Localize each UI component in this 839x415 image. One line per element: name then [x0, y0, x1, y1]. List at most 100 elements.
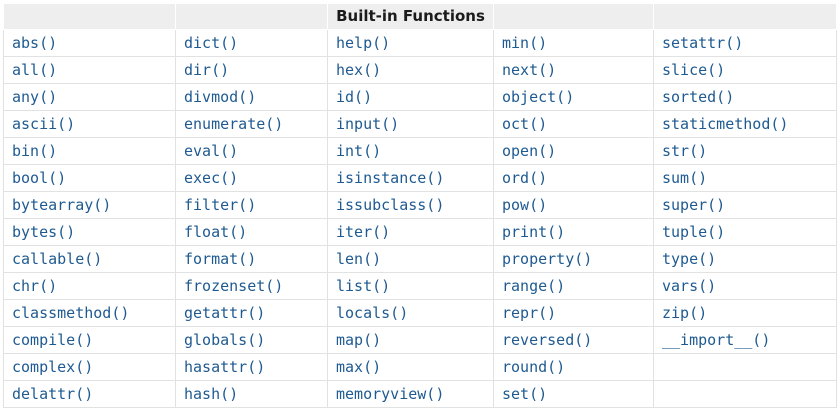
- function-link[interactable]: __import__(): [662, 331, 770, 349]
- function-link[interactable]: sum(): [662, 169, 707, 187]
- table-row: bool() exec() isinstance() ord() sum(): [3, 164, 837, 192]
- function-link[interactable]: help(): [336, 34, 390, 52]
- function-link[interactable]: delattr(): [12, 385, 93, 403]
- function-link[interactable]: pow(): [502, 196, 547, 214]
- function-link[interactable]: compile(): [12, 331, 93, 349]
- table-cell: tuple(): [653, 218, 837, 246]
- function-link[interactable]: str(): [662, 142, 707, 160]
- table-cell: callable(): [3, 245, 176, 273]
- table-cell-empty: [653, 353, 837, 381]
- function-link[interactable]: complex(): [12, 358, 93, 376]
- function-link[interactable]: frozenset(): [184, 277, 283, 295]
- function-link[interactable]: max(): [336, 358, 381, 376]
- function-link[interactable]: dir(): [184, 61, 229, 79]
- table-cell: str(): [653, 137, 837, 165]
- function-link[interactable]: all(): [12, 61, 57, 79]
- function-link[interactable]: ascii(): [12, 115, 75, 133]
- function-link[interactable]: chr(): [12, 277, 57, 295]
- table-cell: print(): [493, 218, 654, 246]
- table-cell: any(): [3, 83, 176, 111]
- function-link[interactable]: hex(): [336, 61, 381, 79]
- function-link[interactable]: set(): [502, 385, 547, 403]
- function-link[interactable]: issubclass(): [336, 196, 444, 214]
- table-cell: pow(): [493, 191, 654, 219]
- function-link[interactable]: open(): [502, 142, 556, 160]
- table-cell: eval(): [175, 137, 328, 165]
- function-link[interactable]: int(): [336, 142, 381, 160]
- function-link[interactable]: staticmethod(): [662, 115, 788, 133]
- table-cell: input(): [327, 110, 494, 138]
- function-link[interactable]: tuple(): [662, 223, 725, 241]
- table-cell: oct(): [493, 110, 654, 138]
- function-link[interactable]: next(): [502, 61, 556, 79]
- table-row: compile() globals() map() reversed() __impor…: [3, 326, 837, 354]
- table-cell: hash(): [175, 380, 328, 408]
- table-cell: vars(): [653, 272, 837, 300]
- function-link[interactable]: slice(): [662, 61, 725, 79]
- header-cell-empty-1: [3, 3, 176, 30]
- function-link[interactable]: locals(): [336, 304, 408, 322]
- function-link[interactable]: super(): [662, 196, 725, 214]
- table-cell: next(): [493, 56, 654, 84]
- function-link[interactable]: format(): [184, 250, 256, 268]
- function-link[interactable]: dict(): [184, 34, 238, 52]
- function-link[interactable]: type(): [662, 250, 716, 268]
- table-cell: locals(): [327, 299, 494, 327]
- function-link[interactable]: zip(): [662, 304, 707, 322]
- table-cell: memoryview(): [327, 380, 494, 408]
- table-cell: dir(): [175, 56, 328, 84]
- table-body: abs() dict() help() min() setattr() all() dir(…: [3, 29, 837, 408]
- function-link[interactable]: setattr(): [662, 34, 743, 52]
- function-link[interactable]: classmethod(): [12, 304, 129, 322]
- function-link[interactable]: range(): [502, 277, 565, 295]
- function-link[interactable]: isinstance(): [336, 169, 444, 187]
- function-link[interactable]: input(): [336, 115, 399, 133]
- function-link[interactable]: enumerate(): [184, 115, 283, 133]
- function-link[interactable]: float(): [184, 223, 247, 241]
- function-link[interactable]: memoryview(): [336, 385, 444, 403]
- table-cell: divmod(): [175, 83, 328, 111]
- table-cell: object(): [493, 83, 654, 111]
- function-link[interactable]: exec(): [184, 169, 238, 187]
- function-link[interactable]: reversed(): [502, 331, 592, 349]
- function-link[interactable]: bool(): [12, 169, 66, 187]
- function-link[interactable]: oct(): [502, 115, 547, 133]
- function-link[interactable]: round(): [502, 358, 565, 376]
- function-link[interactable]: list(): [336, 277, 390, 295]
- function-link[interactable]: vars(): [662, 277, 716, 295]
- function-link[interactable]: ord(): [502, 169, 547, 187]
- table-row: abs() dict() help() min() setattr(): [3, 29, 837, 57]
- function-link[interactable]: iter(): [336, 223, 390, 241]
- table-cell: issubclass(): [327, 191, 494, 219]
- header-cell-empty-5: [653, 3, 837, 30]
- function-link[interactable]: property(): [502, 250, 592, 268]
- function-link[interactable]: divmod(): [184, 88, 256, 106]
- function-link[interactable]: bytes(): [12, 223, 75, 241]
- function-link[interactable]: hash(): [184, 385, 238, 403]
- function-link[interactable]: any(): [12, 88, 57, 106]
- function-link[interactable]: bin(): [12, 142, 57, 160]
- function-link[interactable]: abs(): [12, 34, 57, 52]
- function-link[interactable]: globals(): [184, 331, 265, 349]
- function-link[interactable]: sorted(): [662, 88, 734, 106]
- table-cell: bytes(): [3, 218, 176, 246]
- function-link[interactable]: map(): [336, 331, 381, 349]
- table-row: complex() hasattr() max() round(): [3, 353, 837, 381]
- table-cell-empty: [653, 380, 837, 408]
- function-link[interactable]: min(): [502, 34, 547, 52]
- table-cell: iter(): [327, 218, 494, 246]
- function-link[interactable]: len(): [336, 250, 381, 268]
- function-link[interactable]: getattr(): [184, 304, 265, 322]
- function-link[interactable]: repr(): [502, 304, 556, 322]
- function-link[interactable]: object(): [502, 88, 574, 106]
- function-link[interactable]: id(): [336, 88, 372, 106]
- function-link[interactable]: eval(): [184, 142, 238, 160]
- function-link[interactable]: print(): [502, 223, 565, 241]
- table-cell: help(): [327, 29, 494, 57]
- function-link[interactable]: filter(): [184, 196, 256, 214]
- function-link[interactable]: bytearray(): [12, 196, 111, 214]
- table-row: ascii() enumerate() input() oct() staticmeth…: [3, 110, 837, 138]
- function-link[interactable]: hasattr(): [184, 358, 265, 376]
- function-link[interactable]: callable(): [12, 250, 102, 268]
- table-row: bytes() float() iter() print() tuple(): [3, 218, 837, 246]
